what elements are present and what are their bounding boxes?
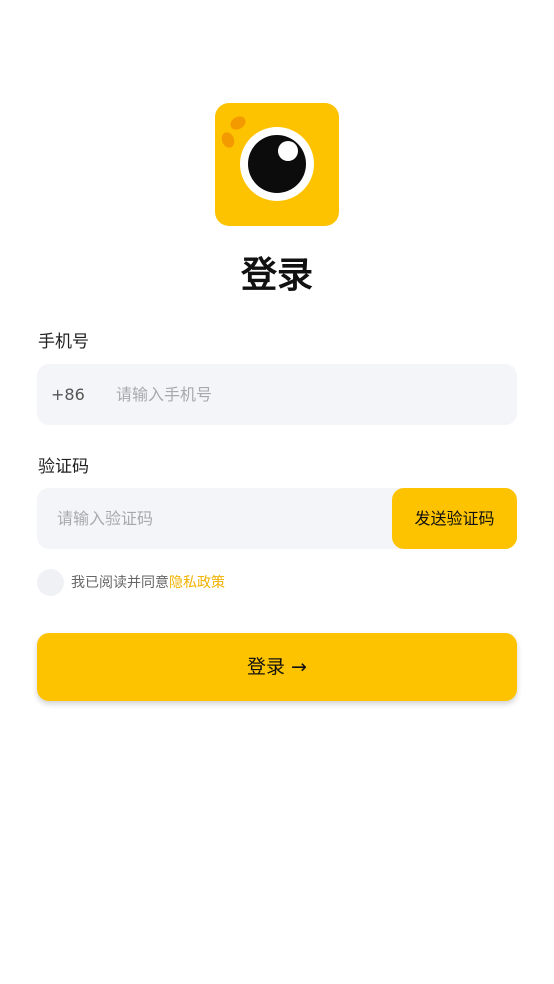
code-input[interactable] xyxy=(57,488,387,549)
privacy-policy-link[interactable]: 隐私政策 xyxy=(169,575,225,591)
code-label: 验证码 xyxy=(38,457,89,477)
country-code-prefix[interactable]: +86 xyxy=(51,364,85,425)
agreement-checkbox[interactable] xyxy=(37,569,64,596)
phone-input[interactable] xyxy=(116,364,506,425)
login-button[interactable]: 登录 → xyxy=(37,633,517,701)
camera-lens-icon xyxy=(221,116,314,201)
send-code-button[interactable]: 发送验证码 xyxy=(392,488,517,549)
page-title: 登录 xyxy=(240,255,313,296)
phone-field[interactable]: +86 xyxy=(37,364,517,425)
agreement-text: 我已阅读并同意隐私政策 xyxy=(71,573,225,593)
phone-label: 手机号 xyxy=(38,332,89,352)
agreement-label: 我已阅读并同意 xyxy=(71,575,169,591)
app-logo xyxy=(215,103,339,226)
